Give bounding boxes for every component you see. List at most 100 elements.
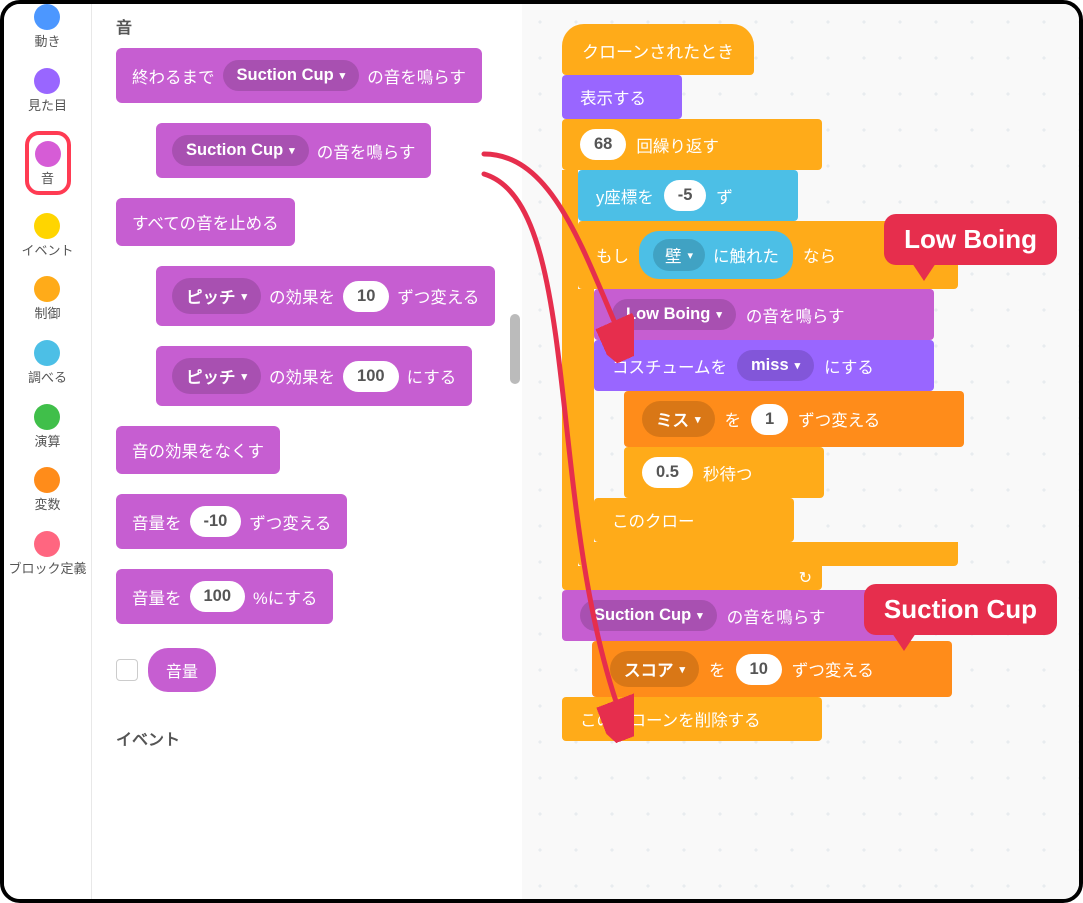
effect-dropdown[interactable]: ピッチ ▾	[172, 278, 261, 314]
cat-sensing[interactable]: 調べる	[28, 340, 67, 386]
chevron-down-icon: ▾	[340, 69, 346, 82]
cat-operators[interactable]: 演算	[34, 404, 60, 450]
label: の音を鳴らす	[746, 303, 845, 327]
editor-window: 動き 見た目 音 イベント 制御 調べる	[0, 0, 1083, 903]
number-input[interactable]: 100	[190, 581, 246, 612]
label: ずつ変える	[397, 284, 479, 308]
cat-control[interactable]: 制御	[34, 276, 60, 322]
block-set-volume[interactable]: 音量を 100 %にする	[116, 569, 333, 624]
block-play-until-done[interactable]: 終わるまで Suction Cup ▾ の音を鳴らす	[116, 48, 482, 103]
label: ず	[716, 184, 733, 208]
effect-dropdown[interactable]: ピッチ ▾	[172, 358, 261, 394]
label: の効果を	[269, 364, 335, 388]
dot-icon	[34, 4, 60, 30]
sound-dropdown[interactable]: Suction Cup ▾	[172, 135, 309, 166]
cat-label: 動き	[34, 34, 60, 50]
loop-arrow-icon: ↻	[799, 568, 812, 588]
label: ずつ変える	[798, 407, 880, 431]
block-stop-all-sounds[interactable]: すべての音を止める	[116, 198, 295, 246]
cat-label: 変数	[34, 497, 60, 513]
chevron-down-icon: ▾	[697, 609, 703, 622]
label: 回繰り返す	[636, 133, 719, 157]
chevron-down-icon: ▾	[688, 249, 694, 262]
volume-reporter[interactable]: 音量	[148, 648, 216, 692]
dot-icon	[34, 340, 60, 366]
hat-when-cloned[interactable]: クローンされたとき	[562, 24, 754, 75]
cat-label: ブロック定義	[8, 561, 86, 577]
cat-label: 演算	[34, 434, 60, 450]
chevron-down-icon: ▾	[242, 370, 248, 383]
label: にする	[407, 364, 457, 388]
number-input[interactable]: 0.5	[642, 457, 693, 488]
block-wait[interactable]: 0.5 秒待つ	[624, 447, 824, 498]
dot-icon	[34, 531, 60, 557]
cat-label: 調べる	[28, 370, 67, 386]
label: の音を鳴らす	[317, 139, 416, 163]
dot-icon	[34, 213, 60, 239]
number-input[interactable]: -10	[190, 506, 242, 537]
label: を	[725, 407, 742, 431]
cat-motion[interactable]: 動き	[34, 4, 60, 50]
cat-label: 制御	[34, 306, 60, 322]
var-dropdown[interactable]: ミス ▾	[642, 401, 715, 437]
cat-label: 見た目	[28, 98, 67, 114]
label: なら	[803, 243, 836, 267]
sound-dropdown[interactable]: Suction Cup ▾	[223, 60, 360, 91]
costume-dropdown[interactable]: miss ▾	[737, 350, 814, 381]
palette-heading: イベント	[116, 726, 504, 750]
dot-icon	[34, 404, 60, 430]
block-set-effect[interactable]: ピッチ ▾ の効果を 100 にする	[156, 346, 472, 406]
palette-heading: 音	[116, 14, 504, 38]
label: にする	[824, 354, 874, 378]
label: ずつ変える	[792, 657, 874, 681]
cat-looks[interactable]: 見た目	[28, 68, 67, 114]
cat-myblocks[interactable]: ブロック定義	[8, 531, 86, 577]
label: 音量を	[132, 510, 182, 534]
if-foot	[578, 542, 958, 566]
label: を	[709, 657, 726, 681]
block-palette[interactable]: 音 終わるまで Suction Cup ▾ の音を鳴らす Suction Cup…	[92, 4, 522, 899]
number-input[interactable]: 100	[343, 361, 399, 392]
touching-reporter[interactable]: 壁 ▾ に触れた	[639, 231, 793, 279]
cat-events[interactable]: イベント	[21, 213, 73, 259]
label: 秒待つ	[703, 461, 753, 485]
volume-monitor-row: 音量	[116, 648, 504, 692]
number-input[interactable]: 10	[736, 654, 782, 685]
number-input[interactable]: -5	[664, 180, 707, 211]
chevron-down-icon: ▾	[242, 290, 248, 303]
cat-sound[interactable]: 音	[25, 131, 71, 195]
label: ずつ変える	[249, 510, 331, 534]
callout-low-boing: Low Boing	[884, 214, 1057, 265]
label: 音量を	[132, 585, 182, 609]
block-change-volume[interactable]: 音量を -10 ずつ変える	[116, 494, 347, 549]
cat-label: イベント	[21, 243, 73, 259]
number-input[interactable]: 10	[343, 281, 389, 312]
callout-suction-cup: Suction Cup	[864, 584, 1057, 635]
chevron-down-icon: ▾	[680, 663, 686, 676]
label: 音の効果をなくす	[132, 438, 264, 462]
block-show[interactable]: 表示する	[562, 75, 682, 119]
label: の効果を	[269, 284, 335, 308]
label: の音を鳴らす	[367, 64, 466, 88]
chevron-down-icon: ▾	[289, 144, 295, 157]
label: 終わるまで	[132, 64, 215, 88]
block-clear-effects[interactable]: 音の効果をなくす	[116, 426, 280, 474]
cat-label: 音	[41, 171, 54, 187]
block-play-sound[interactable]: Suction Cup ▾ の音を鳴らす	[156, 123, 431, 178]
number-input[interactable]: 1	[751, 404, 788, 435]
block-change-effect[interactable]: ピッチ ▾ の効果を 10 ずつ変える	[156, 266, 495, 326]
label: の音を鳴らす	[727, 604, 826, 628]
arrow-icon	[474, 164, 634, 764]
if-body: Low Boing ▾ の音を鳴らす コスチュームを miss ▾ にする	[578, 289, 1059, 542]
monitor-checkbox[interactable]	[116, 659, 138, 681]
chevron-down-icon: ▾	[716, 308, 722, 321]
block-set-costume[interactable]: コスチュームを miss ▾ にする	[594, 340, 934, 391]
dot-icon	[35, 141, 61, 167]
block-change-miss[interactable]: ミス ▾ を 1 ずつ変える	[624, 391, 964, 447]
label: すべての音を止める	[132, 210, 279, 234]
chevron-down-icon: ▾	[795, 359, 801, 372]
block-play-low-boing[interactable]: Low Boing ▾ の音を鳴らす	[594, 289, 934, 340]
cat-variables[interactable]: 変数	[34, 467, 60, 513]
dot-icon	[34, 467, 60, 493]
chevron-down-icon: ▾	[695, 413, 701, 426]
